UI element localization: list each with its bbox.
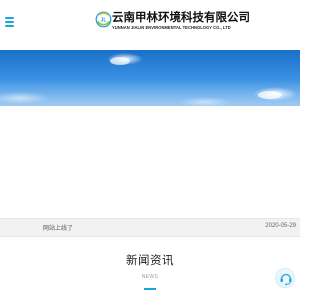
hero-banner [0,50,300,106]
content-area [0,106,300,218]
sky-clouds-image [0,53,300,106]
hamburger-menu-icon[interactable] [5,17,14,27]
customer-service-icon [280,273,292,286]
company-name-en: YUNNAN JIALIN ENVIRONMENTAL TECHNOLOGY C… [112,25,231,30]
news-section-subtitle: NEWS [141,274,159,280]
notice-title-link[interactable]: 网站上线了 [43,223,73,232]
section-divider [144,288,156,290]
customer-service-button[interactable] [275,268,295,288]
news-section-title: 新闻资讯 [126,253,174,267]
notice-date: 2020-05-29 [265,223,296,229]
logo-mark-text: JL [101,18,107,24]
site-header: JL 云南甲林环境科技有限公司 YUNNAN JIALIN ENVIRONMEN… [0,0,300,50]
company-logo-icon: JL [95,11,112,28]
notice-bar: 网站上线了 2020-05-29 [0,218,300,237]
company-name-cn: 云南甲林环境科技有限公司 [112,10,250,24]
